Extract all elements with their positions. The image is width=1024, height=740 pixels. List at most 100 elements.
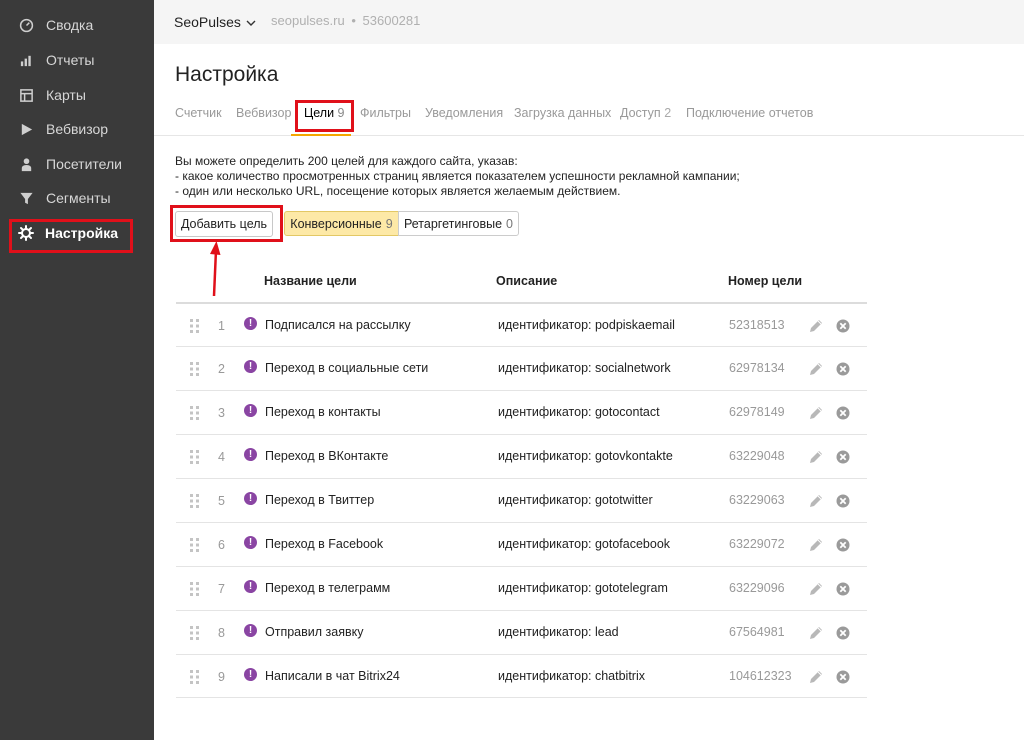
goal-id: 62978149: [729, 405, 785, 419]
goals-info-text: Вы можете определить 200 целей для каждо…: [175, 154, 740, 199]
column-header-name[interactable]: Название цели: [264, 274, 357, 288]
pencil-icon[interactable]: [808, 493, 824, 509]
gauge-icon: [18, 17, 34, 33]
delete-icon[interactable]: [836, 670, 850, 684]
delete-icon[interactable]: [836, 626, 850, 640]
sidebar: Сводка Отчеты Карты Вебвизор Посетители …: [0, 0, 154, 740]
pencil-icon[interactable]: [808, 405, 824, 421]
goal-warning-icon[interactable]: !: [244, 580, 257, 593]
column-header-id[interactable]: Номер цели: [728, 274, 802, 288]
row-number: 3: [218, 406, 225, 420]
person-icon: [18, 156, 34, 172]
row-number: 1: [218, 319, 225, 333]
goal-warning-icon[interactable]: !: [244, 360, 257, 373]
play-icon: [18, 121, 34, 137]
pencil-icon[interactable]: [808, 537, 824, 553]
site-domain: seopulses.ru: [271, 13, 345, 28]
drag-handle-icon[interactable]: [190, 582, 200, 596]
pencil-icon[interactable]: [808, 449, 824, 465]
goal-id: 63229063: [729, 493, 785, 507]
tab-data-upload[interactable]: Загрузка данных: [514, 106, 611, 120]
delete-icon[interactable]: [836, 582, 850, 596]
drag-handle-icon[interactable]: [190, 406, 200, 420]
delete-icon[interactable]: [836, 494, 850, 508]
goal-warning-icon[interactable]: !: [244, 536, 257, 549]
pencil-icon[interactable]: [808, 361, 824, 377]
tab-label: Вебвизор: [236, 106, 292, 120]
pencil-icon[interactable]: [808, 581, 824, 597]
goal-description: идентификатор: chatbitrix: [498, 669, 645, 683]
drag-handle-icon[interactable]: [190, 670, 200, 684]
tab-notifications[interactable]: Уведомления: [425, 106, 503, 120]
goal-warning-icon[interactable]: !: [244, 404, 257, 417]
goal-name: Переход в ВКонтакте: [265, 449, 389, 463]
table-row: 8 ! Отправил заявку идентификатор: lead …: [176, 610, 867, 654]
table-row: 4 ! Переход в ВКонтакте идентификатор: g…: [176, 434, 867, 478]
goal-description: идентификатор: gotofacebook: [498, 537, 671, 551]
column-header-description: Описание: [496, 274, 558, 288]
drag-handle-icon[interactable]: [190, 450, 200, 464]
filter-label: Ретаргетинговые: [403, 216, 503, 231]
row-number: 7: [218, 582, 225, 596]
tab-label: Доступ: [620, 106, 661, 120]
goal-warning-icon[interactable]: !: [244, 624, 257, 637]
filter-conversion-button[interactable]: Конверсионные 9: [284, 211, 399, 236]
sidebar-item-segments[interactable]: Сегменты: [0, 181, 154, 215]
table-row: 9 ! Написали в чат Bitrix24 идентификато…: [176, 654, 867, 698]
highlight-box-add-goal: [170, 205, 283, 242]
goal-id: 63229096: [729, 581, 785, 595]
pencil-icon[interactable]: [808, 318, 824, 334]
row-number: 6: [218, 538, 225, 552]
sidebar-item-maps[interactable]: Карты: [0, 78, 154, 112]
highlight-box-settings: [9, 219, 133, 253]
drag-handle-icon[interactable]: [190, 538, 200, 552]
sidebar-item-visitors[interactable]: Посетители: [0, 147, 154, 181]
goal-warning-icon[interactable]: !: [244, 317, 257, 330]
chevron-down-icon: [246, 14, 256, 30]
filter-retargeting-button[interactable]: Ретаргетинговые 0: [398, 211, 519, 236]
goal-warning-icon[interactable]: !: [244, 448, 257, 461]
pencil-icon[interactable]: [808, 669, 824, 685]
tab-webvisor[interactable]: Вебвизор: [236, 106, 291, 120]
tab-counter[interactable]: Счетчик: [175, 106, 222, 120]
sidebar-item-reports[interactable]: Отчеты: [0, 43, 154, 77]
delete-icon[interactable]: [836, 362, 850, 376]
drag-handle-icon[interactable]: [190, 494, 200, 508]
drag-handle-icon[interactable]: [190, 626, 200, 640]
table-row: 7 ! Переход в телеграмм идентификатор: g…: [176, 566, 867, 610]
table-row: 2 ! Переход в социальные сети идентифика…: [176, 346, 867, 390]
red-arrow-annotation: [210, 241, 221, 297]
goal-warning-icon[interactable]: !: [244, 492, 257, 505]
counter-selector[interactable]: SeoPulses: [174, 13, 256, 30]
page-title: Настройка: [175, 63, 279, 86]
goal-name: Отправил заявку: [265, 625, 364, 639]
tab-label: Загрузка данных: [514, 106, 612, 120]
row-number: 8: [218, 626, 225, 640]
goal-description: идентификатор: gotovkontakte: [498, 449, 673, 463]
sidebar-item-label: Сегменты: [46, 190, 111, 206]
counter-name: SeoPulses: [174, 13, 241, 30]
top-bar: SeoPulses seopulses.ru • 53600281: [154, 0, 1024, 44]
filter-count: 0: [506, 216, 513, 231]
tab-report-connection[interactable]: Подключение отчетов: [686, 106, 813, 120]
info-line: Вы можете определить 200 целей для каждо…: [175, 154, 518, 168]
drag-handle-icon[interactable]: [190, 319, 200, 333]
sidebar-item-webvisor[interactable]: Вебвизор: [0, 112, 154, 146]
row-number: 5: [218, 494, 225, 508]
tab-label: Уведомления: [425, 106, 504, 120]
tab-filters[interactable]: Фильтры: [360, 106, 411, 120]
delete-icon[interactable]: [836, 538, 850, 552]
goal-name: Переход в контакты: [265, 405, 381, 419]
delete-icon[interactable]: [836, 319, 850, 333]
drag-handle-icon[interactable]: [190, 362, 200, 376]
tab-label: Подключение отчетов: [686, 106, 814, 120]
pencil-icon[interactable]: [808, 625, 824, 641]
tab-access[interactable]: Доступ 2: [620, 106, 671, 120]
delete-icon[interactable]: [836, 406, 850, 420]
sidebar-item-summary[interactable]: Сводка: [0, 8, 154, 42]
funnel-icon: [18, 190, 34, 206]
goal-warning-icon[interactable]: !: [244, 668, 257, 681]
info-line: - какое количество просмотренных страниц…: [175, 169, 740, 183]
delete-icon[interactable]: [836, 450, 850, 464]
sidebar-item-label: Вебвизор: [46, 121, 109, 137]
